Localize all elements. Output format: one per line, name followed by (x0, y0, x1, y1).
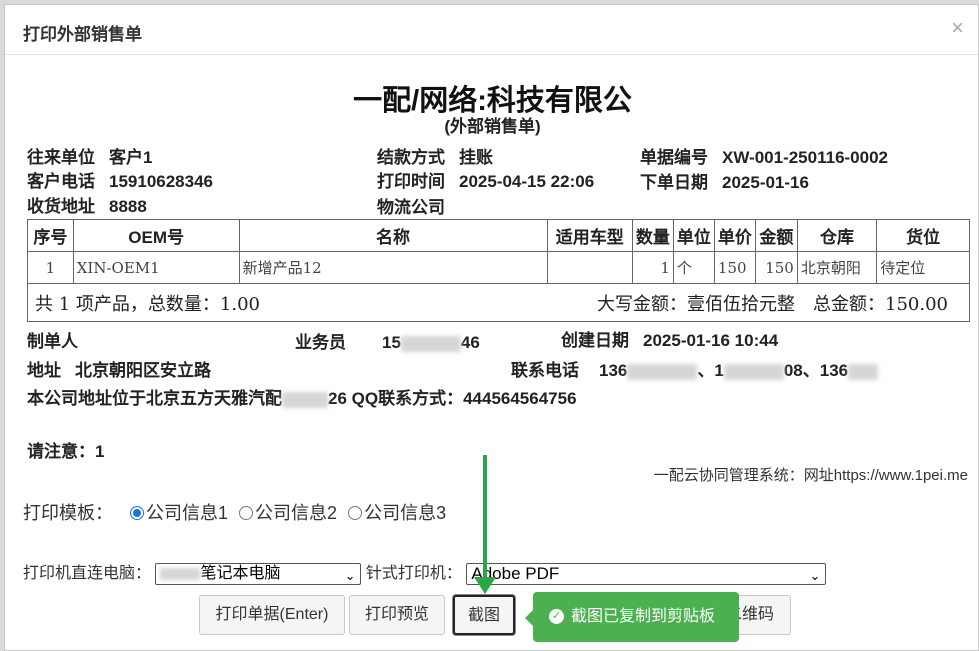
table-header-row: 序号 OEM号 名称 适用车型 数量 单位 单价 金额 仓库 货位 (27, 219, 970, 252)
document-subtitle: (外部销售单) (444, 117, 541, 136)
col-header: 单位 (672, 219, 715, 252)
cell-amount: 150 (754, 251, 798, 284)
contact-phone: 联系电话 136 、1 08、136 (511, 356, 879, 381)
template-option-2[interactable]: 公司信息2 (239, 503, 337, 523)
col-header: 货位 (876, 219, 970, 252)
company-address-qq: 本公司地址位于北京五方天雅汽配 26 QQ联系方式：444564564756 (27, 389, 577, 408)
info-print-time: 打印时间 2025-04-15 22:06 (377, 172, 595, 191)
toast-notification: ✓ 截图已复制到剪贴板 (525, 592, 739, 642)
cell-model (546, 251, 633, 284)
toast-message: 截图已复制到剪贴板 (571, 608, 716, 625)
cell-qty: 1 (631, 251, 674, 284)
summary-quantity: 共 1 项产品，总数量：1.00 (35, 293, 260, 315)
cell-price: 150 (713, 251, 756, 284)
info-payment: 结款方式 挂账 (377, 148, 493, 167)
needle-printer-label: 针式打印机： (365, 565, 462, 582)
col-header: 适用车型 (546, 219, 633, 252)
print-template-row: 打印模板： 公司信息1 公司信息2 公司信息3 (23, 499, 446, 525)
close-icon[interactable]: × (951, 15, 964, 41)
col-header: 仓库 (796, 219, 878, 252)
created-date: 创建日期 2025-01-16 10:44 (561, 331, 779, 350)
info-doc-number: 单据编号 XW-001-250116-0002 (640, 148, 888, 167)
radio-selected-icon[interactable] (130, 506, 145, 520)
info-address: 收货地址 8888 (27, 197, 147, 216)
table-summary-row: 共 1 项产品，总数量：1.00 大写金额：壹佰伍拾元整 总金额：150.00 (27, 283, 970, 322)
info-order-date: 下单日期 2025-01-16 (640, 173, 809, 192)
cell-unit: 个 (672, 251, 715, 284)
direct-printer-label: 打印机直连电脑： (23, 565, 152, 582)
radio-icon[interactable] (239, 506, 254, 520)
company-address: 地址 北京朝阳区安立路 (27, 361, 211, 380)
annotation-arrow-head (474, 577, 496, 594)
info-partner: 往来单位 客户1 (27, 148, 153, 167)
print-preview-button[interactable]: 打印预览 (349, 595, 445, 635)
cell-name: 新增产品12 (238, 251, 548, 284)
dialog-header: 打印外部销售单 × (5, 5, 978, 55)
salesperson: 业务员 15 46 (295, 333, 480, 352)
col-header: 序号 (27, 219, 74, 252)
system-note: 一配云协同管理系统：网址https://www.1pei.me (653, 467, 968, 484)
template-option-3[interactable]: 公司信息3 (348, 503, 446, 523)
print-dialog: 打印外部销售单 × 一配/网络:科技有限公 (外部销售单) 往来单位 客户1 客户… (4, 4, 979, 651)
printer-row: 打印机直连电脑： 笔记本电脑 ⌄ 针式打印机： Adobe PDF ⌄ (23, 559, 827, 585)
summary-total: 大写金额：壹佰伍拾元整 总金额：150.00 (597, 293, 948, 315)
col-header: 数量 (631, 219, 674, 252)
chevron-down-icon: ⌄ (809, 567, 821, 583)
template-label: 打印模板： (23, 503, 113, 523)
screenshot-button[interactable]: 截图 (453, 595, 515, 635)
cell-index: 1 (27, 251, 74, 284)
info-logistics: 物流公司 (377, 198, 445, 217)
check-icon: ✓ (549, 609, 564, 624)
info-phone: 客户电话 15910628346 (27, 172, 214, 191)
cell-warehouse: 北京朝阳 (796, 251, 878, 284)
template-option-1[interactable]: 公司信息1 (130, 503, 228, 523)
notice: 请注意：1 (27, 442, 105, 461)
dialog-title: 打印外部销售单 (23, 25, 142, 44)
radio-icon[interactable] (348, 506, 363, 520)
col-header: 金额 (754, 219, 798, 252)
chevron-down-icon: ⌄ (344, 567, 356, 583)
cell-oem: XIN-OEM1 (72, 251, 240, 284)
items-table: 序号 OEM号 名称 适用车型 数量 单位 单价 金额 仓库 货位 1 XIN-… (27, 219, 970, 322)
cell-location: 待定位 (876, 251, 970, 284)
table-row: 1 XIN-OEM1 新增产品12 1 个 150 150 北京朝阳 待定位 (27, 251, 970, 284)
print-button[interactable]: 打印单据(Enter) (199, 595, 345, 635)
col-header: OEM号 (72, 219, 240, 252)
col-header: 名称 (238, 219, 548, 252)
annotation-arrow-line (483, 455, 487, 585)
direct-printer-select[interactable]: 笔记本电脑 ⌄ (155, 562, 362, 585)
needle-printer-select[interactable]: Adobe PDF ⌄ (466, 562, 827, 585)
col-header: 单价 (713, 219, 756, 252)
maker-label: 制单人 (27, 332, 78, 351)
